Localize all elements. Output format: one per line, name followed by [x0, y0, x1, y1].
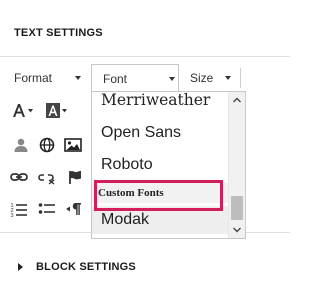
person-icon — [14, 138, 28, 152]
scroll-up-button[interactable] — [229, 92, 245, 108]
text-color-button[interactable] — [10, 101, 36, 121]
numbered-list-icon: 1 2 3 — [11, 203, 27, 217]
image-icon — [64, 138, 82, 152]
numbered-list-button[interactable]: 1 2 3 — [8, 199, 30, 219]
flag-button[interactable] — [64, 167, 86, 187]
toolbar-separator — [240, 68, 241, 88]
background-color-icon — [46, 103, 67, 118]
block-settings-toggle[interactable]: BLOCK SETTINGS — [14, 260, 136, 274]
chevron-down-icon — [225, 76, 231, 80]
globe-button[interactable] — [36, 135, 58, 155]
format-dropdown-label: Format — [14, 71, 53, 85]
size-dropdown-label: Size — [190, 71, 214, 85]
flag-icon — [69, 171, 81, 184]
paragraph-direction-icon — [66, 203, 81, 215]
block-settings-title: BLOCK SETTINGS — [36, 261, 136, 273]
svg-text:3: 3 — [11, 213, 14, 217]
paragraph-direction-button[interactable] — [64, 199, 86, 219]
font-option-merriweather[interactable]: Merriweather — [92, 92, 228, 112]
font-option-roboto[interactable]: Roboto — [92, 152, 228, 178]
custom-fonts-heading: Custom Fonts — [92, 183, 228, 203]
text-color-icon — [13, 104, 33, 117]
bulleted-list-button[interactable] — [36, 199, 58, 219]
text-settings-title: TEXT SETTINGS — [14, 27, 103, 39]
scroll-down-button[interactable] — [229, 222, 245, 238]
chevron-up-icon — [233, 97, 241, 103]
font-menu-scrollbar[interactable] — [228, 92, 245, 238]
chevron-down-icon — [169, 77, 175, 81]
background-color-button[interactable] — [44, 101, 70, 121]
size-dropdown[interactable]: Size — [190, 64, 240, 92]
format-dropdown[interactable]: Format — [14, 64, 86, 92]
font-option-modak[interactable]: Modak — [92, 206, 228, 234]
font-option-open-sans[interactable]: Open Sans — [92, 120, 228, 146]
link-icon — [10, 173, 28, 181]
font-dropdown-menu[interactable]: Merriweather Open Sans Roboto Custom Fon… — [91, 91, 246, 239]
link-button[interactable] — [8, 167, 30, 187]
chevron-down-icon — [233, 227, 241, 233]
image-button[interactable] — [62, 135, 84, 155]
unlink-icon — [38, 174, 55, 185]
divider — [0, 56, 290, 57]
font-dropdown[interactable]: Font — [91, 64, 179, 93]
person-button[interactable] — [10, 135, 32, 155]
chevron-down-icon — [75, 76, 81, 80]
font-dropdown-label: Font — [103, 72, 128, 86]
unlink-button[interactable] — [36, 167, 58, 187]
scrollbar-thumb[interactable] — [231, 196, 243, 220]
bulleted-list-icon — [38, 203, 55, 214]
chevron-right-icon — [18, 263, 23, 271]
globe-icon — [39, 137, 55, 153]
